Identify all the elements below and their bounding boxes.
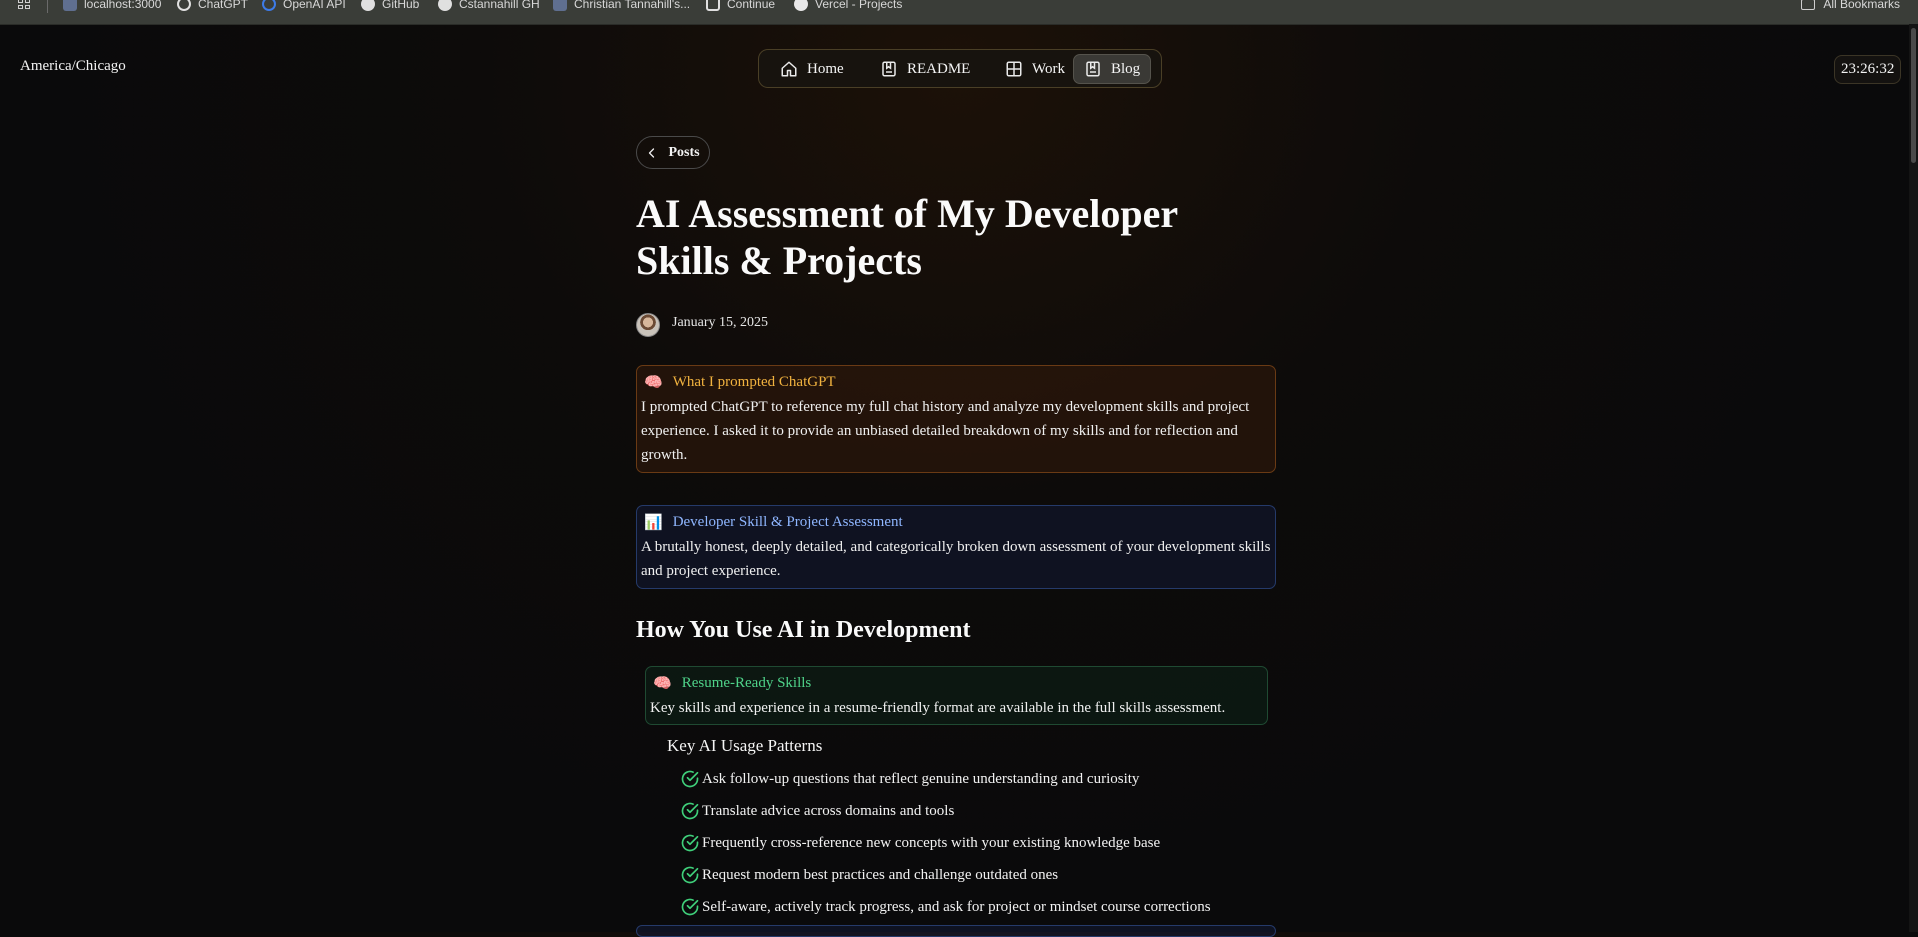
section-heading: How You Use AI in Development [636, 617, 971, 643]
openai-icon [177, 0, 191, 11]
check-circle-icon [681, 802, 699, 820]
bar-chart-icon: 📊 [644, 514, 663, 531]
patterns-heading: Key AI Usage Patterns [667, 736, 823, 755]
check-circle-icon [681, 866, 699, 884]
list-item: Request modern best practices and challe… [680, 859, 1211, 891]
brain-icon: 🧠 [653, 675, 672, 692]
list-item: Ask follow-up questions that reflect gen… [680, 763, 1211, 795]
bookmark-openai-api[interactable]: OpenAI API [262, 0, 346, 11]
bookmark-continue[interactable]: Continue [706, 0, 775, 11]
bookmark-vercel[interactable]: Vercel - Projects [794, 0, 902, 11]
next-callout-edge [636, 925, 1276, 937]
brain-icon: 🧠 [644, 374, 663, 391]
vercel-icon [794, 0, 808, 11]
bookmark-christian-tannahill[interactable]: Christian Tannahill's... [553, 0, 690, 11]
callout-title: Resume-Ready Skills [681, 674, 812, 691]
nav-work[interactable]: Work [995, 54, 1075, 84]
patterns-list: Ask follow-up questions that reflect gen… [680, 763, 1211, 923]
callout-title: What I prompted ChatGPT [672, 373, 836, 390]
continue-icon [706, 0, 720, 11]
bookmark-cstannahill-gh[interactable]: Cstannahill GH [438, 0, 540, 11]
chevron-left-icon [649, 147, 655, 158]
timezone-label: America/Chicago [20, 58, 126, 74]
list-item: Translate advice across domains and tool… [680, 795, 1211, 827]
scrollbar-thumb[interactable] [1911, 28, 1916, 163]
post-date: January 15, 2025 [672, 315, 769, 330]
all-bookmarks-button[interactable]: All Bookmarks [1801, 0, 1900, 11]
home-icon [781, 61, 797, 77]
list-item: Frequently cross-reference new concepts … [680, 827, 1211, 859]
check-circle-icon [681, 770, 699, 788]
globe-icon [63, 0, 77, 11]
post-title: AI Assessment of My Developer Skills & P… [636, 191, 1178, 283]
nav-readme[interactable]: README [870, 54, 980, 84]
bookmark-localhost[interactable]: localhost:3000 [63, 0, 161, 11]
github-icon [361, 0, 375, 11]
callout-body: I prompted ChatGPT to reference my full … [641, 399, 1250, 463]
folder-icon [1801, 0, 1816, 10]
nav-blog[interactable]: Blog [1073, 54, 1152, 84]
callout-body: A brutally honest, deeply detailed, and … [641, 539, 1271, 579]
prompt-callout: 🧠 What I prompted ChatGPT I prompted Cha… [636, 365, 1276, 473]
nav-home[interactable]: Home [770, 54, 854, 84]
resume-callout: 🧠 Resume-Ready Skills Key skills and exp… [645, 666, 1268, 725]
assessment-callout: 📊 Developer Skill & Project Assessment A… [636, 505, 1276, 589]
check-circle-icon [681, 898, 699, 916]
openai-icon [262, 0, 276, 11]
list-item: Self-aware, actively track progress, and… [680, 891, 1211, 923]
callout-title: Developer Skill & Project Assessment [672, 513, 903, 530]
clock: 23:26:32 [1834, 55, 1902, 84]
bookmarks-bar: localhost:3000 ChatGPT OpenAI API GitHub… [0, 0, 1918, 25]
back-to-posts-button[interactable]: Posts [636, 136, 710, 169]
bookmark-github[interactable]: GitHub [361, 0, 419, 11]
book-icon [1086, 61, 1100, 77]
author-avatar [636, 313, 660, 337]
apps-grid-icon[interactable] [18, 0, 32, 11]
bookmark-chatgpt[interactable]: ChatGPT [177, 0, 248, 11]
globe-icon [553, 0, 567, 11]
main-nav: Home README Work Blog [758, 49, 1162, 88]
bookmarks-divider [47, 0, 48, 13]
book-icon [882, 61, 896, 77]
github-icon [438, 0, 452, 11]
grid-icon [1006, 61, 1022, 77]
check-circle-icon [681, 834, 699, 852]
callout-body: Key skills and experience in a resume-fr… [650, 700, 1226, 716]
